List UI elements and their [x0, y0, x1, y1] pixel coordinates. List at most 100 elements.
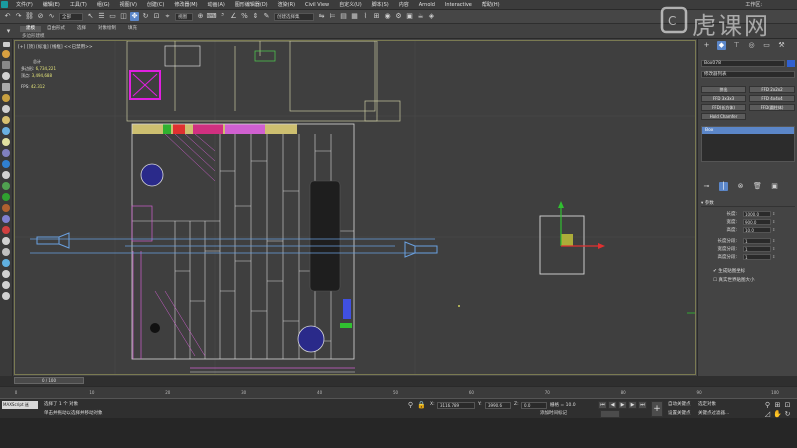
schematic-view-icon[interactable]: ⊞ — [372, 12, 381, 21]
real-world-map-row[interactable]: ☐ 真实世界贴图大小 — [713, 277, 793, 284]
go-to-end-icon[interactable]: ⏭ — [638, 401, 647, 409]
pin-stack-icon[interactable]: ⊸ — [702, 182, 711, 191]
place-icon[interactable]: ⌖ — [163, 12, 172, 21]
modify-tab-icon[interactable]: ◆ — [717, 41, 726, 50]
remove-modifier-icon[interactable]: 🗑 — [753, 182, 762, 191]
green-panel[interactable] — [340, 323, 352, 328]
height-segs-input[interactable]: 1 — [743, 254, 771, 260]
particle-icon[interactable] — [2, 182, 10, 190]
menu-graph-editors[interactable]: 图形编辑器(D) — [230, 1, 273, 8]
prev-frame-icon[interactable]: ◀ — [608, 401, 617, 409]
blue-panel[interactable] — [343, 299, 351, 319]
menu-help[interactable]: 帮助(H) — [477, 1, 505, 8]
track-bar[interactable]: 0 10 20 30 40 50 60 70 80 90 100 — [0, 386, 797, 398]
ffd-444-button[interactable]: FFD 4x4x4 — [749, 95, 795, 102]
mirror-icon[interactable]: ⇋ — [317, 12, 326, 21]
align-icon[interactable]: ⊨ — [328, 12, 337, 21]
x-coordinate[interactable]: 3116.789 — [437, 402, 475, 409]
app-logo-icon[interactable] — [1, 1, 8, 8]
camera-right[interactable] — [404, 241, 438, 258]
y-coordinate[interactable]: 3990.6 — [485, 402, 511, 409]
maxscript-listener[interactable]: MAXScript 迷 — [2, 401, 38, 409]
height-input[interactable]: 10.0 — [743, 227, 771, 233]
zoom-icon[interactable]: ⚲ — [763, 401, 772, 410]
gen-mapping-coords-row[interactable]: ✔ 生成贴图坐标 — [713, 268, 793, 275]
show-end-result-icon[interactable]: │ — [719, 182, 728, 191]
tab-freeform[interactable]: 自由形式 — [41, 26, 71, 32]
reference-coord-dropdown[interactable]: 视图 — [175, 12, 193, 21]
height-segs-spinner[interactable]: ⇕ — [772, 254, 775, 259]
selection-filter-dropdown[interactable]: 全部 — [59, 12, 83, 21]
render-frame-icon[interactable]: ▣ — [405, 12, 414, 21]
tab-selection[interactable]: 选择 — [71, 26, 92, 32]
modifier-stack[interactable]: Box — [701, 126, 795, 162]
stairs-icon[interactable] — [2, 226, 10, 234]
width-segs-input[interactable]: 1 — [743, 246, 771, 252]
play-icon[interactable]: ▶ — [618, 401, 627, 409]
angle-snap-icon[interactable]: ∠ — [229, 12, 238, 21]
render-production-icon[interactable]: ☕ — [416, 12, 425, 21]
camera-left[interactable] — [36, 232, 70, 249]
width-segs-spinner[interactable]: ⇕ — [772, 246, 775, 251]
box-object-icon[interactable] — [2, 83, 10, 91]
cone-object-icon[interactable] — [2, 116, 10, 124]
menu-civil-view[interactable]: Civil View — [300, 2, 334, 8]
width-spinner[interactable]: ⇕ — [772, 219, 775, 224]
toggle-ribbon-icon[interactable]: ▦ — [350, 12, 359, 21]
current-frame-field[interactable] — [600, 410, 620, 418]
menu-scripting[interactable]: 脚本(S) — [367, 1, 394, 8]
tab-object-paint[interactable]: 对象绘制 — [92, 26, 122, 32]
camera-icon[interactable] — [2, 149, 10, 157]
length-segs-spinner[interactable]: ⇕ — [772, 238, 775, 243]
teapot-icon[interactable] — [2, 72, 10, 80]
menu-animation[interactable]: 动画(A) — [203, 1, 230, 8]
material-editor-icon[interactable]: ◉ — [383, 12, 392, 21]
window-crossing-icon[interactable]: ◫ — [119, 12, 128, 21]
isolate-selection-icon[interactable]: ⚲ — [406, 401, 415, 410]
menu-group[interactable]: 组(G) — [92, 1, 115, 8]
green-object-top[interactable] — [254, 50, 276, 62]
shape-icon[interactable] — [2, 127, 10, 135]
select-scale-icon[interactable]: ⊡ — [152, 12, 161, 21]
add-time-tag[interactable]: 添加时间标记 — [540, 410, 567, 416]
spinner-snap-icon[interactable]: ⇕ — [251, 12, 260, 21]
hold-chamfer-button[interactable]: Hold Chamfer — [701, 113, 746, 120]
unlink-icon[interactable]: ⊘ — [36, 12, 45, 21]
length-segs-input[interactable]: 1 — [743, 238, 771, 244]
plane-object-icon[interactable] — [2, 61, 10, 69]
menu-content[interactable]: 内容 — [394, 1, 414, 8]
door-icon[interactable] — [2, 204, 10, 212]
menu-interactive[interactable]: Interactive — [440, 2, 477, 8]
undo-icon[interactable]: ↶ — [3, 12, 12, 21]
extrude-button[interactable]: 挤出 — [701, 86, 746, 93]
make-unique-icon[interactable]: ⊗ — [736, 182, 745, 191]
light-icon[interactable] — [2, 138, 10, 146]
go-to-start-icon[interactable]: ⏮ — [598, 401, 607, 409]
curve-editor-icon[interactable]: ⌇ — [361, 12, 370, 21]
selection-lock-icon[interactable]: 🔒 — [417, 401, 426, 410]
tab-populate[interactable]: 填充 — [122, 26, 143, 32]
render-iterative-icon[interactable]: ◈ — [427, 12, 436, 21]
keyboard-shortcut-icon[interactable]: ⌨ — [206, 12, 216, 21]
scene-explorer-icon[interactable] — [2, 50, 10, 58]
named-selection-set-dropdown[interactable]: 创建选择集 — [274, 12, 314, 21]
small-black-object[interactable] — [150, 323, 160, 333]
link-icon[interactable]: ⛓ — [25, 12, 34, 21]
select-object-icon[interactable]: ↖ — [86, 12, 95, 21]
top-cabinet[interactable] — [164, 45, 201, 67]
time-slider[interactable]: 0 / 100 — [14, 377, 84, 384]
spacewarp-icon[interactable] — [2, 171, 10, 179]
selected-object-dropdown[interactable]: 选定对象 — [698, 401, 716, 407]
edit-named-selection-icon[interactable]: ✎ — [262, 12, 271, 21]
select-by-name-icon[interactable]: ☰ — [97, 12, 106, 21]
object-name-field[interactable]: Box078 — [701, 60, 785, 67]
utilities-tab-icon[interactable]: ⚒ — [777, 41, 786, 50]
z-coordinate[interactable]: 0.0 — [521, 402, 547, 409]
modifier-list-dropdown[interactable]: 修改器列表 — [701, 71, 795, 78]
window-icon[interactable] — [2, 215, 10, 223]
key-filters-button[interactable]: 关键点过滤器... — [698, 410, 729, 416]
rect-selection-icon[interactable]: ▭ — [108, 12, 117, 21]
menu-customize[interactable]: 自定义(U) — [334, 1, 367, 8]
length-input[interactable]: 1000.0 — [743, 211, 771, 217]
redo-icon[interactable]: ↷ — [14, 12, 23, 21]
